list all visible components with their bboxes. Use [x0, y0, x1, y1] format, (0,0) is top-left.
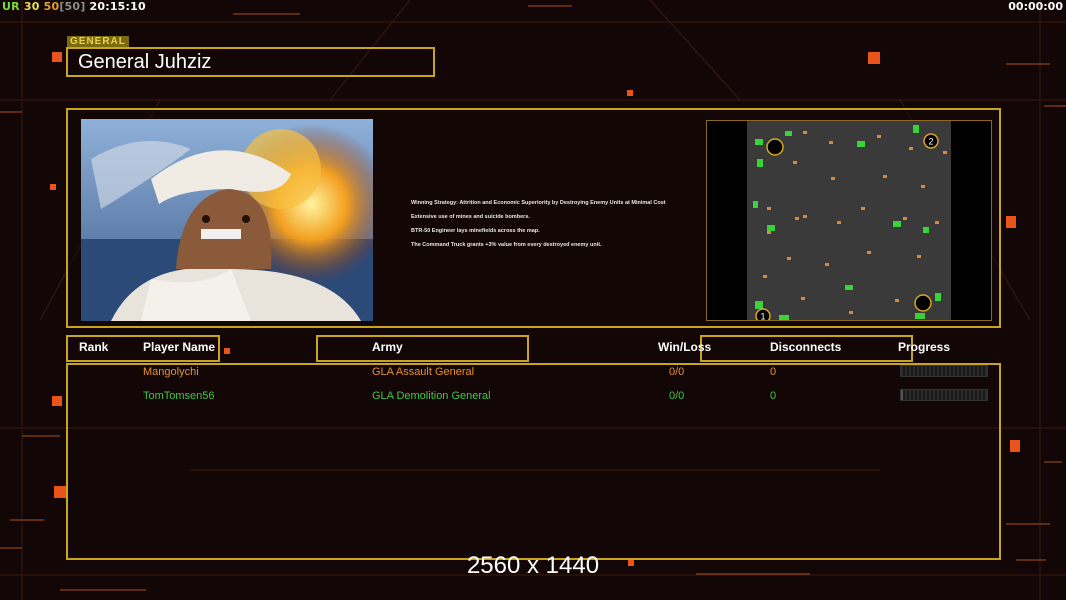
fps-value-30: 30 — [23, 0, 40, 13]
column-header-rank[interactable]: Rank — [79, 340, 108, 354]
column-header-win-loss[interactable]: Win/Loss — [658, 340, 711, 354]
description-line: Extensive use of mines and suicide bombe… — [411, 214, 530, 220]
description-line: The Command Truck grants +3% value from … — [411, 242, 602, 248]
minimap-canvas: 2 1 — [747, 121, 951, 324]
fps-value-50: 50 — [43, 0, 60, 13]
player-progress-bar — [900, 389, 988, 401]
column-header-disconnects[interactable]: Disconnects — [770, 340, 841, 354]
player-disconnects: 0 — [770, 390, 777, 402]
player-disconnects: 0 — [770, 366, 777, 378]
general-info-panel: Winning Strategy: Attrition and Economic… — [66, 108, 1001, 328]
player-name: TomTomsen56 — [143, 390, 215, 402]
ur-label: UR — [2, 0, 20, 13]
system-clock: 20:15:10 — [89, 0, 146, 13]
performance-readout: UR 30 50[50] 20:15:10 — [2, 0, 146, 13]
player-army: GLA Demolition General — [372, 390, 491, 402]
start-position-1-label: 1 — [760, 312, 765, 321]
minimap: 2 1 — [706, 120, 992, 324]
general-title-box: General Juhziz — [66, 47, 435, 77]
player-win-loss: 0/0 — [669, 366, 685, 378]
description-line: Winning Strategy: Attrition and Economic… — [411, 200, 666, 206]
player-name: Mangolychi — [143, 366, 199, 378]
start-position-2-label: 2 — [928, 137, 933, 147]
player-army: GLA Assault General — [372, 366, 475, 378]
column-header-army[interactable]: Army — [372, 340, 403, 354]
description-line: BTR-50 Engineer lays minefields across t… — [411, 228, 540, 234]
resolution-label: 2560 x 1440 — [466, 552, 600, 579]
column-header-player-name[interactable]: Player Name — [143, 340, 215, 354]
general-portrait — [81, 119, 373, 321]
progress-fill — [901, 390, 903, 400]
game-timer: 00:00:00 — [1008, 0, 1063, 13]
column-header-progress[interactable]: Progress — [898, 340, 950, 354]
general-name: General Juhziz — [78, 51, 212, 73]
header-box-army — [316, 335, 529, 362]
player-win-loss: 0/0 — [669, 390, 685, 402]
player-progress-bar — [900, 365, 988, 377]
general-tag: GENERAL — [67, 36, 129, 47]
general-description: Winning Strategy: Attrition and Economic… — [411, 196, 701, 252]
fps-cap: [50] — [59, 0, 86, 13]
